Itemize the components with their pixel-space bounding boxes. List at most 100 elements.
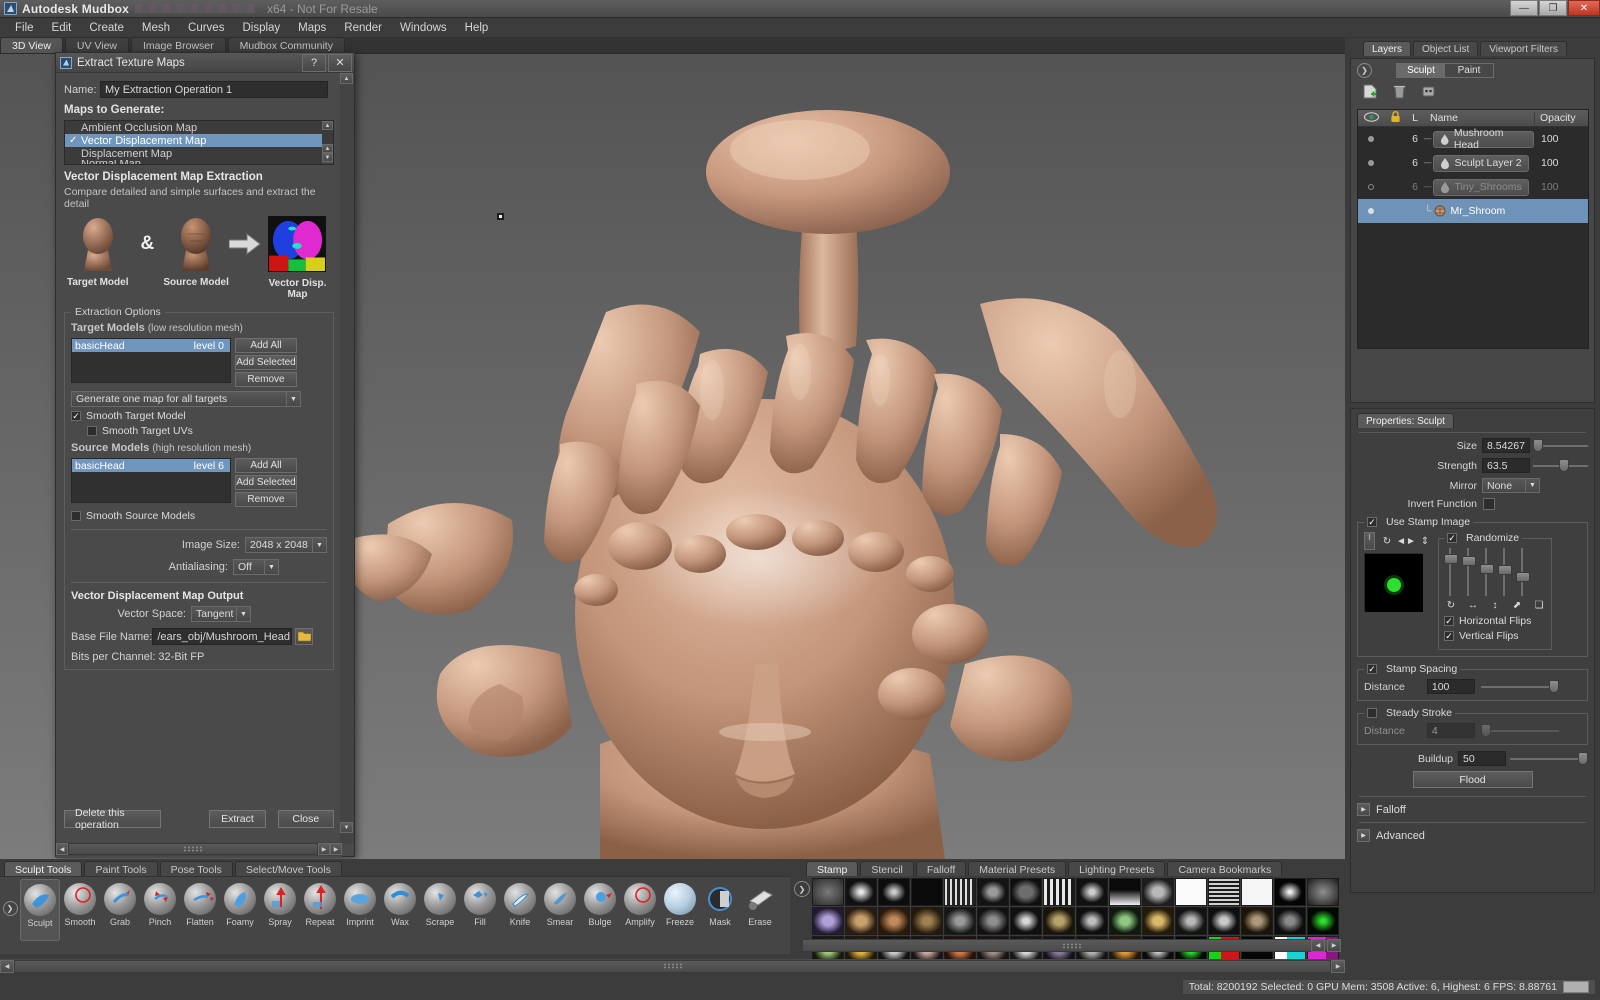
flip-horizontal-icon[interactable]: ◄► <box>1396 535 1416 548</box>
smooth-target-uvs-row[interactable]: Smooth Target UVs <box>87 425 327 437</box>
table-row[interactable]: └ Mr_Shroom <box>1358 199 1588 223</box>
stamp-thumb[interactable] <box>878 878 910 906</box>
tool-erase[interactable]: Erase <box>740 879 780 941</box>
stamp-thumb[interactable] <box>1142 878 1174 906</box>
expand-arrow-icon[interactable]: ❯ <box>2 900 18 916</box>
tab-stencil[interactable]: Stencil <box>860 861 914 876</box>
randomize-slider-1[interactable] <box>1444 548 1458 596</box>
strength-input[interactable]: 63.5 <box>1482 458 1530 473</box>
tab-stamp[interactable]: Stamp <box>806 861 859 876</box>
tab-properties-sculpt[interactable]: Properties: Sculpt <box>1357 413 1454 428</box>
new-layer-icon[interactable] <box>1363 84 1378 99</box>
tab-mudbox-community[interactable]: Mudbox Community <box>227 37 345 53</box>
menu-windows[interactable]: Windows <box>391 20 456 36</box>
tool-mask[interactable]: Mask <box>700 879 740 941</box>
maps-scroll-down-icon[interactable]: ▼ <box>322 153 333 162</box>
use-stamp-image-checkbox[interactable]: ✓ <box>1367 517 1377 527</box>
tool-smooth[interactable]: Smooth <box>60 879 100 941</box>
stamp-thumb[interactable] <box>1076 878 1108 906</box>
extract-button[interactable]: Extract <box>209 810 266 828</box>
tab-object-list[interactable]: Object List <box>1413 41 1479 56</box>
tool-flatten[interactable]: Flatten <box>180 879 220 941</box>
source-add-selected-button[interactable]: Add Selected <box>235 475 297 490</box>
target-add-selected-button[interactable]: Add Selected <box>235 355 297 370</box>
close-button[interactable]: ✕ <box>1568 0 1600 16</box>
dialog-hscroll-right2-icon[interactable]: ▶ <box>330 843 342 855</box>
strength-slider[interactable] <box>1533 458 1588 473</box>
tool-bulge[interactable]: Bulge <box>580 879 620 941</box>
steady-stroke-distance-input[interactable]: 4 <box>1426 723 1475 738</box>
tool-foamy[interactable]: Foamy <box>220 879 260 941</box>
stamp-thumb[interactable] <box>1109 878 1141 906</box>
stamp-thumb[interactable] <box>812 907 844 935</box>
layer-opacity[interactable]: 100 <box>1534 133 1588 145</box>
smooth-source-models-row[interactable]: Smooth Source Models <box>71 510 327 522</box>
tool-sculpt[interactable]: Sculpt <box>20 879 60 941</box>
tab-paint-tools[interactable]: Paint Tools <box>84 861 158 876</box>
tab-camera-bookmarks[interactable]: Camera Bookmarks <box>1167 861 1283 876</box>
stamp-thumb[interactable] <box>1208 878 1240 906</box>
flip-vertical-icon[interactable]: ⇕ <box>1418 535 1432 548</box>
tool-fill[interactable]: Fill <box>460 879 500 941</box>
tool-pinch[interactable]: Pinch <box>140 879 180 941</box>
steady-stroke-slider[interactable] <box>1480 723 1559 738</box>
tab-material-presets[interactable]: Material Presets <box>968 861 1067 876</box>
smooth-target-uvs-checkbox[interactable] <box>87 426 97 436</box>
randomize-vertical-icon[interactable]: ↕ <box>1488 599 1502 612</box>
tool-imprint[interactable]: Imprint <box>340 879 380 941</box>
stamp-flip-handle-icon[interactable]: ⌇ <box>1364 532 1375 550</box>
layer-opacity[interactable]: 100 <box>1534 157 1588 169</box>
size-slider[interactable] <box>1533 438 1588 453</box>
stamp-thumb[interactable] <box>1274 878 1306 906</box>
size-input[interactable]: 8.54267 <box>1482 438 1530 453</box>
chevron-down-icon[interactable]: ▼ <box>236 607 250 621</box>
falloff-section[interactable]: ▶ Falloff <box>1357 803 1588 816</box>
paint-mode-button[interactable]: Paint <box>1445 64 1493 77</box>
tool-scrape[interactable]: Scrape <box>420 879 460 941</box>
layer-visibility-toggle[interactable] <box>1368 184 1374 190</box>
flood-button[interactable]: Flood <box>1412 771 1533 788</box>
browse-folder-icon[interactable] <box>295 628 314 645</box>
steady-stroke-checkbox[interactable] <box>1367 708 1377 718</box>
dialog-horizontal-scrollbar[interactable]: ◀ ▶ ▶ <box>56 842 342 856</box>
dialog-vertical-scrollbar[interactable]: ▲ ▼ <box>340 73 354 844</box>
maximize-button[interactable]: ❐ <box>1539 0 1567 16</box>
chevron-down-icon[interactable]: ▼ <box>312 538 326 552</box>
delete-operation-button[interactable]: Delete this operation <box>64 807 162 831</box>
map-item-normal[interactable]: Normal Map <box>65 160 333 164</box>
merge-layer-icon[interactable] <box>1421 84 1436 99</box>
stamp-thumb[interactable] <box>1043 907 1075 935</box>
buildup-input[interactable]: 50 <box>1458 751 1506 766</box>
vector-space-dropdown[interactable]: Tangent ▼ <box>191 606 251 622</box>
sculpt-paint-toggle[interactable]: Sculpt Paint <box>1396 63 1494 78</box>
chevron-down-icon[interactable]: ▼ <box>264 560 278 574</box>
table-row[interactable]: 6 ─ Tiny_Shrooms 100 <box>1358 175 1588 199</box>
dialog-close-button[interactable]: ✕ <box>328 53 352 72</box>
main-hscroll-right-icon[interactable]: ▶ <box>1331 959 1345 973</box>
tab-uv-view[interactable]: UV View <box>64 37 129 53</box>
randomize-slider-2[interactable] <box>1462 548 1476 596</box>
horizontal-flips-row[interactable]: ✓ Horizontal Flips <box>1444 615 1546 627</box>
antialiasing-dropdown[interactable]: Off ▼ <box>233 559 279 575</box>
smooth-source-models-checkbox[interactable] <box>71 511 81 521</box>
tab-3d-view[interactable]: 3D View <box>0 37 63 53</box>
main-hscroll-left-icon[interactable]: ◀ <box>0 959 14 973</box>
target-add-all-button[interactable]: Add All <box>235 338 297 353</box>
dialog-help-button[interactable]: ? <box>302 53 326 72</box>
stamp-thumb[interactable] <box>812 878 844 906</box>
stamp-thumb[interactable] <box>845 907 877 935</box>
table-row[interactable]: 6 ─ Sculpt Layer 2 100 <box>1358 151 1588 175</box>
tool-knife[interactable]: Knife <box>500 879 540 941</box>
tab-sculpt-tools[interactable]: Sculpt Tools <box>4 861 83 876</box>
stamp-thumb[interactable] <box>1307 907 1339 935</box>
advanced-section[interactable]: ▶ Advanced <box>1357 829 1588 842</box>
stamp-thumb[interactable] <box>1241 907 1273 935</box>
menu-display[interactable]: Display <box>233 20 289 36</box>
chevron-down-icon[interactable]: ▼ <box>286 392 300 406</box>
close-dialog-button[interactable]: Close <box>277 810 334 828</box>
stamp-thumb[interactable] <box>1142 907 1174 935</box>
chevron-right-icon[interactable]: ▶ <box>1357 829 1370 842</box>
tool-freeze[interactable]: Freeze <box>660 879 700 941</box>
expand-arrow-icon[interactable]: ❯ <box>1357 63 1372 78</box>
stamp-thumb[interactable] <box>1175 878 1207 906</box>
